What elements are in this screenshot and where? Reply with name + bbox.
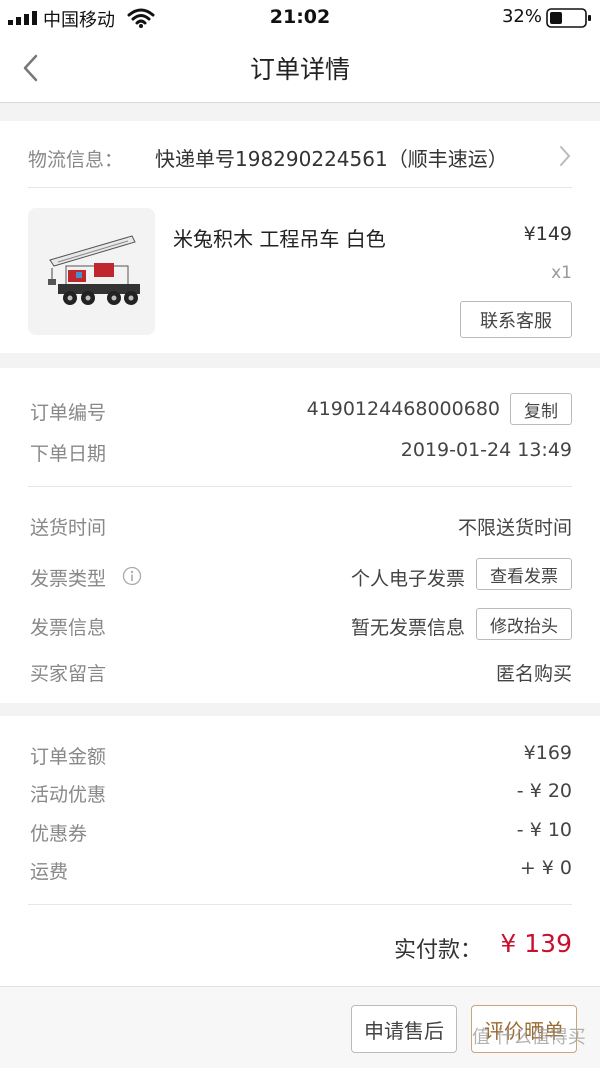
- nav-bar: 订单详情: [0, 34, 600, 103]
- coupon-label: 优惠券: [30, 823, 88, 845]
- logistics-tracking[interactable]: 快递单号198290224561（顺丰速运）: [155, 143, 508, 172]
- product-thumbnail[interactable]: [28, 208, 155, 335]
- buyer-message-label: 买家留言: [30, 663, 107, 685]
- battery-percent: 32%: [501, 6, 542, 27]
- order-date-value: 2019-01-24 13:49: [400, 439, 572, 461]
- product-price: ¥149: [523, 223, 572, 245]
- view-invoice-button[interactable]: 查看发票: [476, 558, 572, 590]
- divider: [28, 486, 572, 487]
- logistics-product-card: 物流信息： 快递单号198290224561（顺丰速运） 米兔积木 工程吊车 白…: [0, 121, 600, 353]
- amount-card: 订单金额 ¥169 活动优惠 - ¥ 20 优惠券 - ¥ 10 运费 + ¥ …: [0, 716, 600, 986]
- invoice-type-label: 发票类型: [30, 568, 107, 590]
- order-amount-value: ¥169: [523, 742, 572, 764]
- shipping-fee-value: + ¥ 0: [519, 857, 572, 879]
- logistics-label: 物流信息：: [28, 149, 124, 171]
- order-amount-label: 订单金额: [30, 746, 107, 768]
- delivery-time-label: 送货时间: [30, 517, 107, 539]
- invoice-info-label: 发票信息: [30, 617, 107, 639]
- chevron-right-icon[interactable]: [557, 143, 573, 169]
- promo-discount-value: - ¥ 20: [516, 780, 572, 802]
- invoice-info-value: 暂无发票信息: [350, 617, 465, 639]
- status-bar: 中国移动 21:02 32%: [0, 0, 600, 34]
- section-gap: [0, 703, 600, 716]
- product-name[interactable]: 米兔积木 工程吊车 白色: [173, 223, 386, 252]
- copy-button[interactable]: 复制: [510, 393, 572, 425]
- buyer-message-value: 匿名购买: [495, 663, 572, 685]
- order-date-label: 下单日期: [30, 443, 107, 465]
- section-gap: [0, 353, 600, 368]
- page-title: 订单详情: [249, 55, 350, 84]
- divider: [28, 904, 572, 905]
- paid-amount-value: ¥ 139: [500, 929, 572, 958]
- contact-service-button[interactable]: 联系客服: [460, 301, 572, 338]
- order-number-value: 4190124468000680: [306, 398, 500, 420]
- after-sale-button[interactable]: 申请售后: [351, 1005, 457, 1053]
- promo-discount-label: 活动优惠: [30, 784, 107, 806]
- info-icon[interactable]: [122, 566, 142, 586]
- edit-invoice-header-button[interactable]: 修改抬头: [476, 608, 572, 640]
- section-gap: [0, 103, 600, 121]
- paid-amount-label: 实付款：: [393, 938, 482, 963]
- order-number-label: 订单编号: [30, 402, 107, 424]
- order-info-card: 订单编号 4190124468000680 复制 下单日期 2019-01-24…: [0, 368, 600, 703]
- battery-icon: [546, 8, 591, 28]
- crane-truck-image: [28, 208, 155, 335]
- product-quantity: x1: [551, 263, 572, 283]
- invoice-type-value: 个人电子发票: [350, 568, 465, 590]
- divider: [28, 187, 572, 188]
- shipping-fee-label: 运费: [30, 861, 69, 883]
- watermark-text: 值 什么值得买: [472, 1027, 586, 1048]
- bottom-action-bar: 申请售后 评价晒单 值 什么值得买: [0, 986, 600, 1068]
- delivery-time-value: 不限送货时间: [457, 517, 572, 539]
- coupon-value: - ¥ 10: [516, 819, 572, 841]
